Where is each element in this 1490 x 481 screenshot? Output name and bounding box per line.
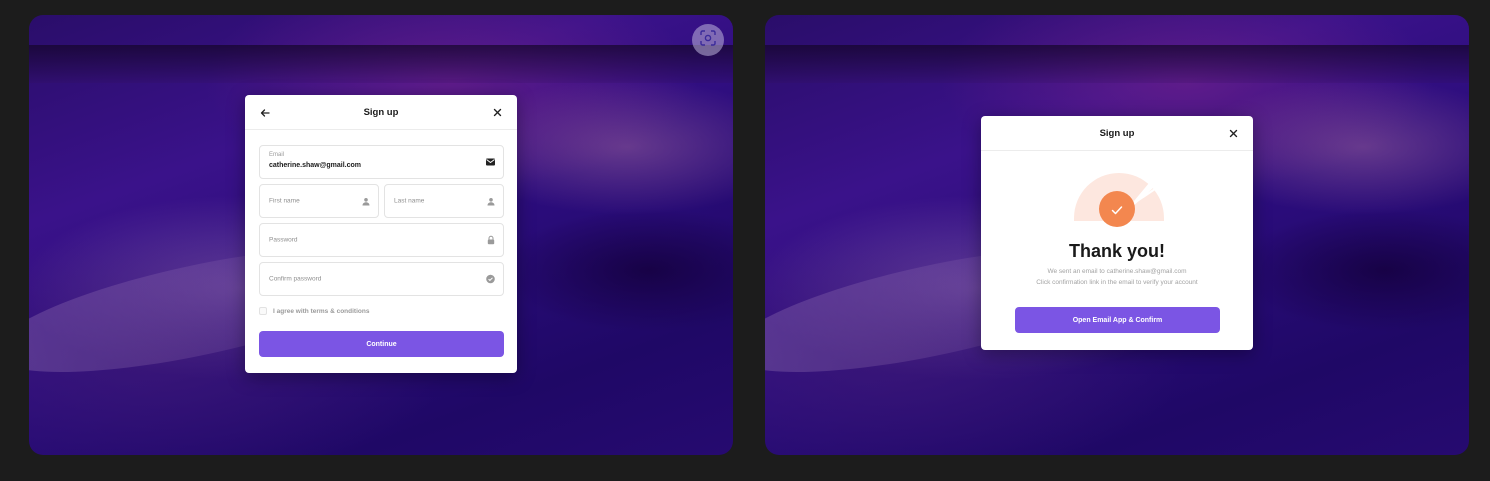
confirm-password-field[interactable]: Confirm password — [259, 262, 504, 296]
close-icon[interactable] — [1223, 116, 1243, 151]
check-circle-icon — [486, 274, 495, 284]
envelope-icon — [486, 158, 495, 167]
confirmation-modal: Sign up Thank you! We sent an email to c… — [981, 116, 1253, 350]
terms-checkbox[interactable] — [259, 307, 267, 315]
continue-button[interactable]: Continue — [259, 331, 504, 357]
last-name-placeholder: Last name — [394, 197, 425, 205]
password-placeholder: Password — [269, 236, 298, 244]
success-gauge — [1069, 161, 1169, 231]
person-icon — [486, 197, 495, 206]
open-email-button[interactable]: Open Email App & Confirm — [1015, 307, 1220, 333]
person-icon — [361, 197, 370, 206]
email-label: Email — [269, 152, 285, 158]
last-name-field[interactable]: Last name — [384, 184, 504, 218]
first-name-field[interactable]: First name — [259, 184, 379, 218]
signup-panel: Sign up Email catherine.shaw@gmail.com F… — [29, 15, 733, 455]
verify-instructions-text: Click confirmation link in the email to … — [1036, 279, 1198, 286]
password-field[interactable]: Password — [259, 223, 504, 257]
modal-title: Sign up — [363, 106, 399, 118]
lock-icon — [486, 235, 495, 245]
modal-title: Sign up — [1099, 127, 1135, 139]
thank-you-heading: Thank you! — [1068, 241, 1165, 261]
scan-button[interactable] — [692, 24, 724, 56]
signup-modal: Sign up Email catherine.shaw@gmail.com F… — [245, 95, 517, 373]
checkmark-icon — [1107, 200, 1127, 220]
close-icon[interactable] — [487, 95, 507, 130]
first-name-placeholder: First name — [269, 197, 300, 205]
arrow-left-icon[interactable] — [255, 95, 275, 130]
email-value: catherine.shaw@gmail.com — [269, 162, 362, 169]
modal-header: Sign up — [981, 116, 1253, 151]
confirm-password-placeholder: Confirm password — [269, 275, 322, 283]
terms-label: I agree with terms & conditions — [273, 307, 370, 315]
scan-icon — [700, 29, 716, 51]
terms-row: I agree with terms & conditions — [259, 307, 369, 315]
confirmation-panel: Sign up Thank you! We sent an email to c… — [765, 15, 1469, 455]
sent-email-text: We sent an email to catherine.shaw@gmail… — [1047, 268, 1187, 275]
email-field[interactable]: Email catherine.shaw@gmail.com — [259, 145, 504, 179]
modal-header: Sign up — [245, 95, 517, 130]
